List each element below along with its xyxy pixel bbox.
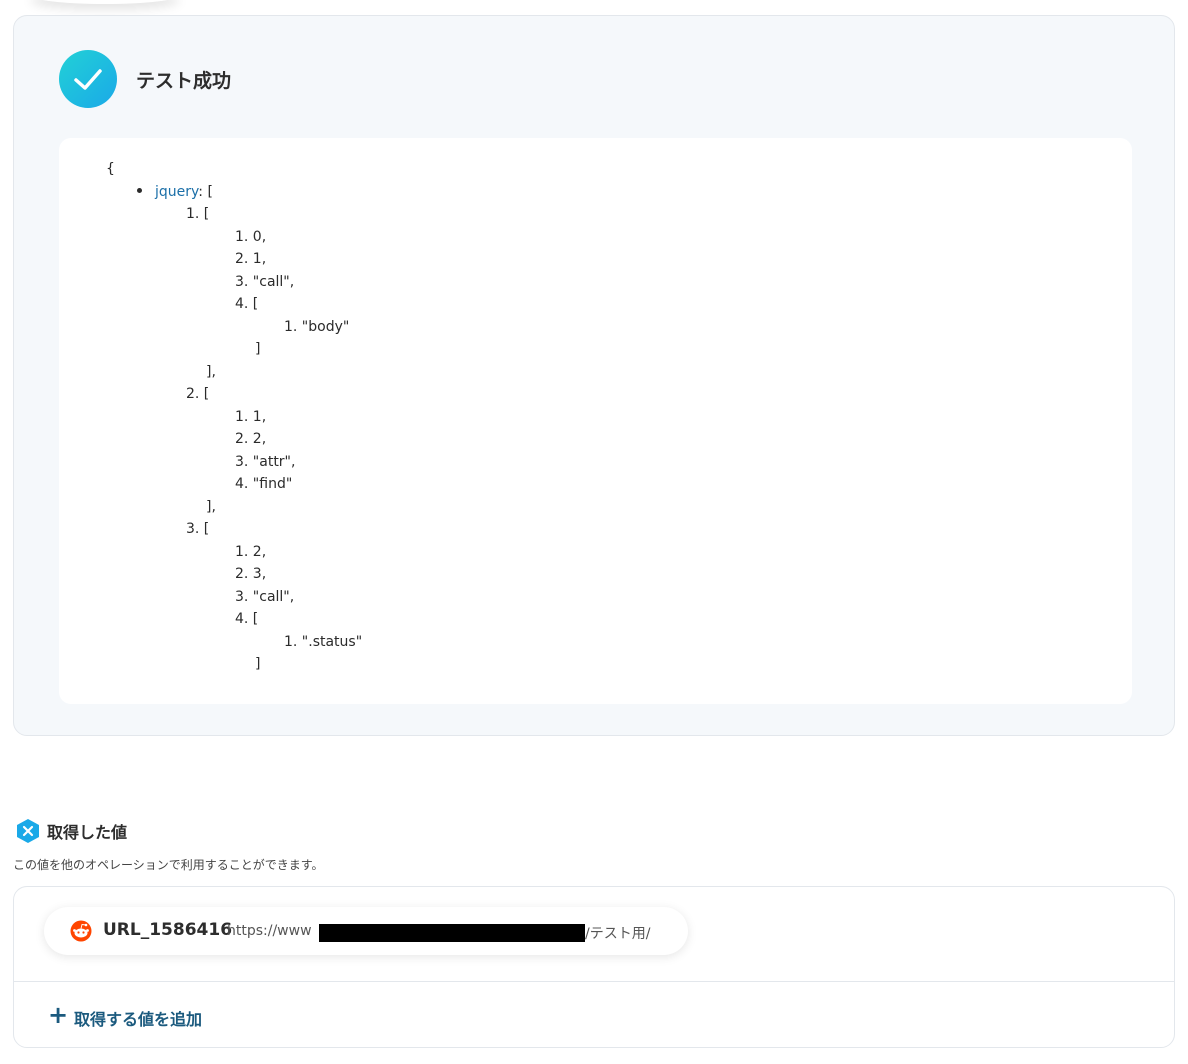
json-text: 2. [ (186, 386, 210, 402)
json-text: 4. [ (235, 296, 259, 312)
json-text: 1. "body" (284, 318, 350, 335)
previous-card-edge (30, 0, 180, 4)
json-key: jquery (155, 183, 199, 200)
json-line: 4. "find" (106, 473, 362, 496)
redacted-block (319, 924, 585, 942)
json-text: 3. "call", (235, 273, 295, 290)
json-text: 2. 1, (235, 251, 267, 267)
success-check-icon (59, 50, 117, 108)
value-name: URL_1586416 (103, 920, 233, 940)
json-line: 1. "body" (106, 316, 362, 339)
fetched-values-title: 取得した値 (47, 823, 128, 842)
divider (14, 981, 1174, 982)
json-line: 4. [ (106, 608, 362, 631)
json-line: 3. "call", (106, 586, 362, 609)
json-text: 2. 3, (235, 566, 267, 582)
json-line: ], (106, 496, 362, 519)
json-tree: { jquery: [ 1. [ 1. 0, 2. 1, 3. "call", 4. [ 1.… (106, 158, 362, 676)
json-text: ] (255, 341, 261, 357)
test-result-panel: テスト成功 { jquery: [ 1. [ 1. 0, 2. 1, 3. "call",… (13, 15, 1175, 736)
json-text: 4. [ (235, 611, 259, 627)
value-chip[interactable]: URL_1586416 https://www /テスト用/ (44, 907, 688, 955)
value-url-prefix: https://www (227, 923, 312, 939)
add-value-label: 取得する値を追加 (74, 1010, 203, 1029)
json-text: : [ (198, 183, 213, 200)
json-text: ] (255, 656, 261, 672)
json-line: 2. 1, (106, 248, 362, 271)
fetched-values-description: この値を他のオペレーションで利用することができます。 (13, 858, 324, 872)
result-title: テスト成功 (136, 70, 232, 92)
variable-icon (15, 818, 41, 848)
json-text: 1. 0, (235, 228, 267, 245)
json-line: 3. [ (106, 518, 362, 541)
json-line: 3. "call", (106, 271, 362, 294)
json-text: 3. "call", (235, 588, 295, 605)
json-text: { (106, 161, 115, 177)
json-text: 3. "attr", (235, 453, 296, 470)
json-line: ] (106, 653, 362, 676)
json-line: 4. [ (106, 293, 362, 316)
json-output: { jquery: [ 1. [ 1. 0, 2. 1, 3. "call", 4. [ 1.… (59, 138, 1132, 704)
json-line: { (106, 158, 362, 181)
plus-icon: + (48, 1001, 69, 1029)
json-line: 1. [ (106, 203, 362, 226)
json-line: 3. "attr", (106, 451, 362, 474)
json-line: ], (106, 361, 362, 384)
json-text: ], (206, 498, 216, 515)
json-line: 2. [ (106, 383, 362, 406)
json-text: 1. 1, (235, 408, 267, 425)
json-line: 1. 0, (106, 226, 362, 249)
json-line: ] (106, 338, 362, 361)
json-text: 1. 2, (235, 543, 267, 560)
json-line: 1. ".status" (106, 631, 362, 654)
json-line: 1. 2, (106, 541, 362, 564)
value-url-suffix: /テスト用/ (585, 926, 651, 942)
json-line: 2. 3, (106, 563, 362, 586)
json-text: 3. [ (186, 521, 210, 537)
json-text: 2. 2, (235, 431, 267, 447)
json-line: jquery: [ (106, 181, 362, 204)
json-text: 1. ".status" (284, 633, 363, 650)
reddit-icon (70, 920, 92, 946)
json-text: 1. [ (186, 206, 210, 222)
bullet-icon (137, 187, 142, 193)
json-line: 1. 1, (106, 406, 362, 429)
json-line: 2. 2, (106, 428, 362, 451)
json-text: 4. "find" (235, 476, 293, 492)
fetched-values-box: URL_1586416 https://www /テスト用/ + 取得する値を追… (13, 886, 1175, 1048)
json-text: ], (206, 363, 216, 380)
